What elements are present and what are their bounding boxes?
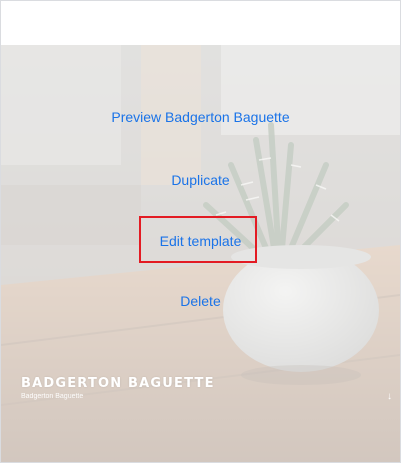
card-header-strip xyxy=(1,1,400,45)
preview-site-label: Preview Badgerton Baguette xyxy=(111,109,290,125)
site-title: BADGERTON BAGUETTE xyxy=(21,376,215,391)
edit-template-button[interactable]: Edit template xyxy=(1,233,400,249)
delete-label: Delete xyxy=(180,293,221,309)
edit-template-label: Edit template xyxy=(159,233,242,249)
preview-site-button[interactable]: Preview Badgerton Baguette xyxy=(1,109,400,125)
site-template-card: Preview Badgerton Baguette Duplicate Edi… xyxy=(0,0,401,463)
duplicate-label: Duplicate xyxy=(171,172,230,188)
duplicate-button[interactable]: Duplicate xyxy=(1,172,400,188)
arrow-down-icon: ↓ xyxy=(387,391,392,402)
delete-button[interactable]: Delete xyxy=(1,293,400,309)
site-subtitle: Badgerton Baguette xyxy=(21,393,84,400)
